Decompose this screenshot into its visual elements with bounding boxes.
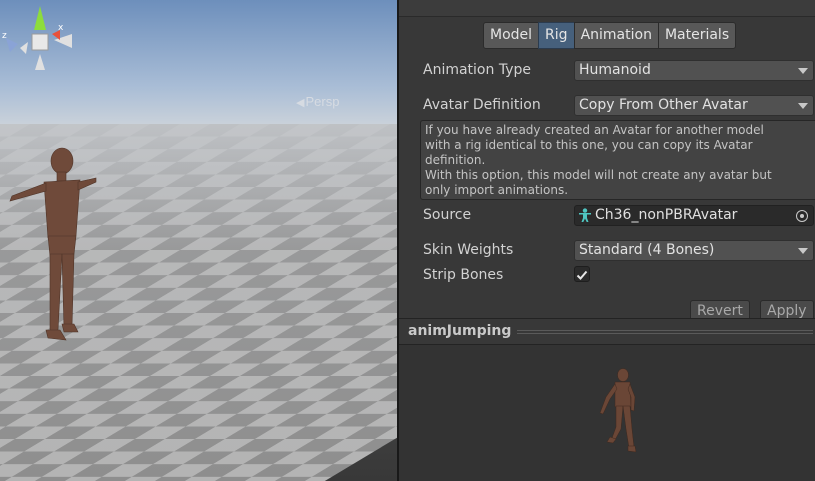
gizmo-center-cube[interactable] [31,33,49,51]
strip-bones-checkbox[interactable] [574,266,590,282]
drag-handle-line [517,333,813,334]
tab-model[interactable]: Model [483,22,540,49]
orientation-gizmo[interactable]: z x [0,0,76,80]
gizmo-x-label: x [58,23,64,33]
projection-label: Persp [305,94,340,109]
animation-preview[interactable] [399,345,815,481]
preview-header[interactable]: animJumping [399,318,815,345]
avatar-definition-value: Copy From Other Avatar [579,97,748,113]
animation-type-label: Animation Type [423,62,531,78]
source-object-field[interactable]: Ch36_nonPBRAvatar [574,205,814,226]
chevron-down-icon [798,68,808,74]
tab-materials[interactable]: Materials [657,22,737,49]
object-picker-icon[interactable] [796,210,808,222]
projection-toggle[interactable]: ◀Persp [296,94,339,109]
preview-character [599,368,637,453]
preview-canvas[interactable] [399,345,815,481]
strip-bones-label: Strip Bones [423,267,504,283]
z-axis-cone[interactable] [6,38,18,52]
avatar-icon [579,208,591,222]
source-value: Ch36_nonPBRAvatar [595,207,738,223]
skin-weights-dropdown[interactable]: Standard (4 Bones) [574,240,814,261]
animation-type-dropdown[interactable]: Humanoid [574,60,814,81]
chevron-down-icon [798,103,808,109]
help-box: If you have already created an Avatar fo… [420,120,815,200]
animation-type-value: Humanoid [579,62,651,78]
avatar-definition-label: Avatar Definition [423,97,541,113]
import-tabs: Model Rig Animation Materials [483,22,737,49]
drag-handle-line [517,330,813,331]
chevron-down-icon [798,248,808,254]
checkmark-icon [576,270,588,280]
scene-view[interactable]: z x ◀Persp [0,0,397,481]
gizmo-z-label: z [2,31,7,41]
import-settings-inspector: Model Rig Animation Materials Animation … [399,0,815,322]
inspector-header-strip [399,0,815,17]
skin-weights-value: Standard (4 Bones) [579,242,715,258]
skin-weights-label: Skin Weights [423,242,514,258]
avatar-definition-dropdown[interactable]: Copy From Other Avatar [574,95,814,116]
preview-title: animJumping [408,323,512,339]
source-label: Source [423,207,472,223]
help-text: If you have already created an Avatar fo… [425,123,772,197]
tab-rig[interactable]: Rig [538,22,575,49]
perspective-icon: ◀ [296,97,305,109]
y-axis-cone[interactable] [34,6,46,30]
tab-animation[interactable]: Animation [573,22,659,49]
